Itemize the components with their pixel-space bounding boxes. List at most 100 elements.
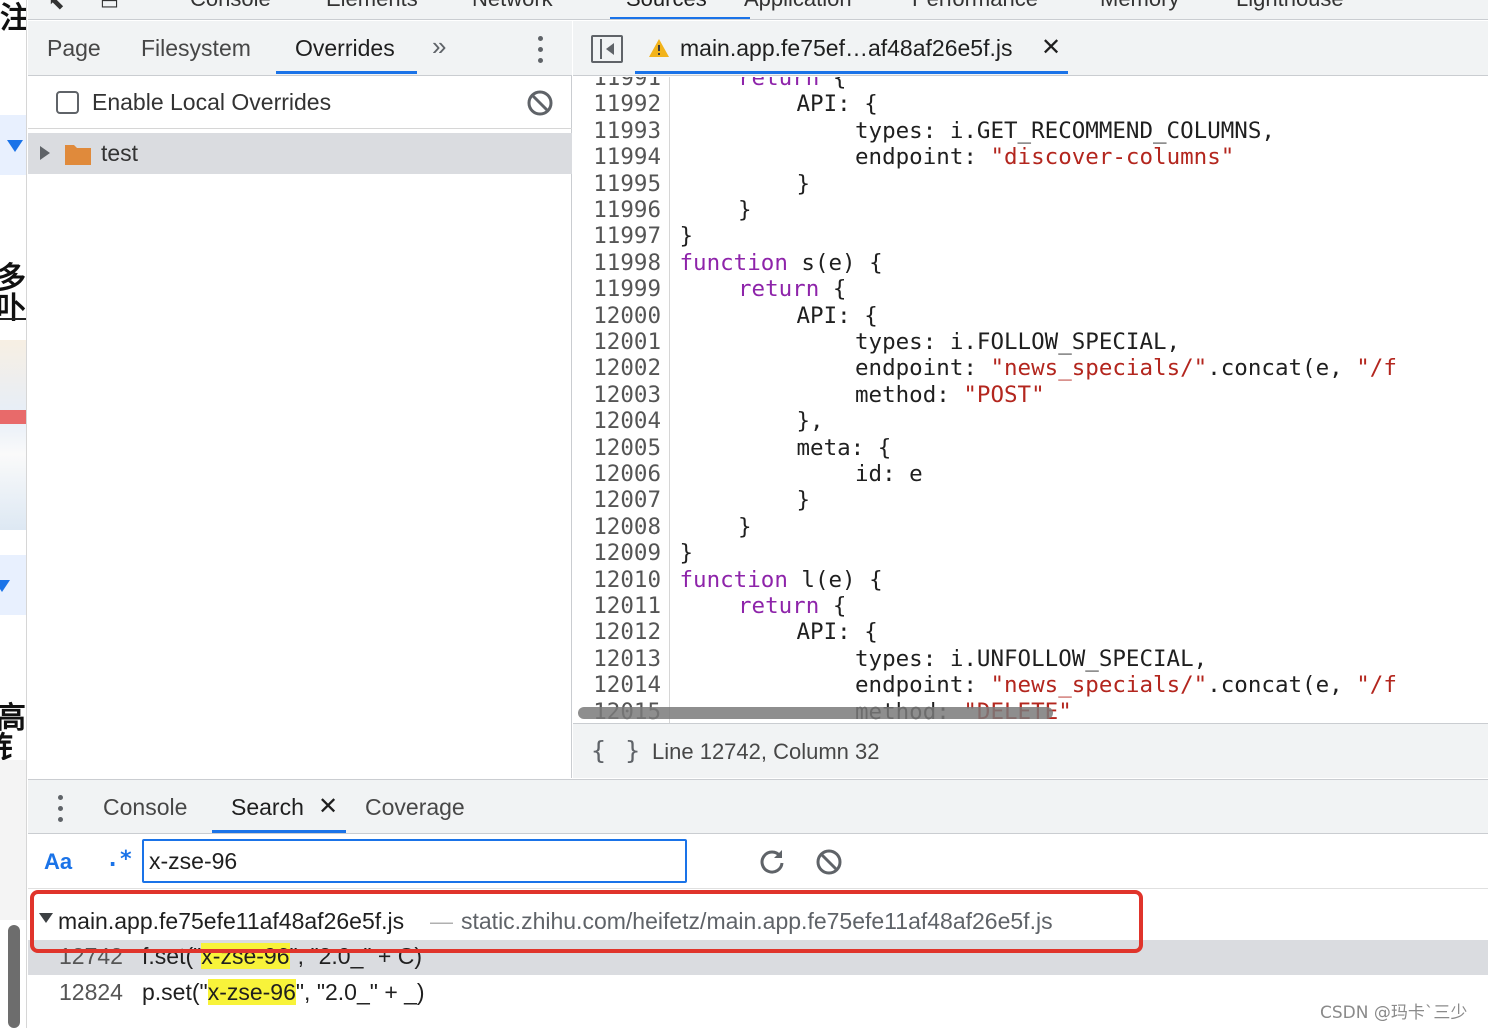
line-number[interactable]: 12000 — [593, 303, 661, 329]
line-number[interactable]: 11992 — [593, 91, 661, 117]
code-line: function s(e) { — [679, 249, 883, 276]
line-number[interactable]: 12006 — [593, 461, 661, 487]
match-line-number: 12824 — [59, 979, 123, 1005]
code-line: } — [796, 170, 811, 197]
line-number[interactable]: 11995 — [593, 171, 661, 197]
main-tab-console[interactable]: Console — [190, 0, 271, 12]
code-editor: main.app.fe75ef…af48af26e5f.js ✕ 11991 11… — [573, 21, 1488, 778]
page-scrollbar[interactable] — [8, 925, 20, 1028]
code-line: return { — [738, 276, 847, 303]
page-dropdown-icon — [0, 580, 10, 592]
toggle-navigator-icon[interactable] — [591, 35, 623, 63]
clear-overrides-icon[interactable] — [526, 89, 554, 117]
refresh-icon[interactable] — [758, 847, 786, 875]
main-tab-application[interactable]: Application — [744, 0, 852, 12]
drawer-tab-console[interactable]: Console — [103, 794, 187, 821]
code-line: return { — [738, 77, 847, 91]
code-line: endpoint: "news_specials/".concat(e, "/f — [855, 355, 1397, 382]
device-toolbar-icon[interactable]: ▭ — [100, 0, 119, 15]
page-image — [0, 340, 26, 530]
match-highlight: x-zse-96 — [207, 979, 296, 1005]
enable-overrides-row: Enable Local Overrides — [28, 77, 572, 129]
search-input[interactable] — [142, 839, 687, 883]
line-number[interactable]: 12001 — [593, 329, 661, 355]
search-toolbar: Aa .* — [28, 835, 1488, 889]
code-line: meta: { — [796, 434, 892, 461]
main-tab-performance[interactable]: Performance — [912, 0, 1038, 12]
main-tab-lighthouse[interactable]: Lighthouse — [1236, 0, 1344, 12]
line-number[interactable]: 11993 — [593, 118, 661, 144]
devtools-window: 注 多卟 高钅 ⬉ ▭ Console Elements Network Sou… — [0, 0, 1488, 1028]
code-line: types: i.UNFOLLOW_SPECIAL, — [855, 645, 1208, 672]
navigator-tabs: Page Filesystem Overrides » — [28, 21, 572, 76]
line-number[interactable]: 12005 — [593, 435, 661, 461]
file-tab-label[interactable]: main.app.fe75ef…af48af26e5f.js — [680, 35, 1012, 62]
line-number[interactable]: 12013 — [593, 646, 661, 672]
code-line: } — [679, 540, 694, 567]
active-tab-indicator — [610, 17, 750, 19]
sources-navigator: Page Filesystem Overrides » Enable Local… — [28, 21, 572, 778]
line-number[interactable]: 12014 — [593, 672, 661, 698]
code-line: endpoint: "discover-columns" — [855, 144, 1235, 171]
line-number[interactable]: 11997 — [593, 223, 661, 249]
line-number[interactable]: 12004 — [593, 408, 661, 434]
page-content-strip: 注 多卟 高钅 — [0, 0, 27, 1028]
page-image-bar — [0, 410, 26, 424]
active-tab-indicator — [635, 71, 1068, 74]
line-number[interactable]: 12009 — [593, 540, 661, 566]
line-number[interactable]: 11994 — [593, 144, 661, 170]
drawer-menu-icon[interactable] — [50, 792, 70, 826]
code-line: }, — [796, 408, 824, 435]
active-tab-indicator — [276, 71, 417, 74]
tree-item-label: test — [101, 140, 139, 166]
close-icon[interactable]: ✕ — [1041, 33, 1061, 62]
tree-item-test[interactable]: test — [28, 133, 572, 174]
folder-icon — [65, 145, 91, 165]
line-number[interactable]: 12002 — [593, 355, 661, 381]
line-number[interactable]: 11991 — [593, 77, 661, 91]
line-number[interactable]: 12010 — [593, 567, 661, 593]
line-number[interactable]: 12012 — [593, 619, 661, 645]
main-tab-network[interactable]: Network — [472, 0, 553, 12]
code-line: endpoint: "news_specials/".concat(e, "/f — [855, 672, 1397, 699]
line-number[interactable]: 12003 — [593, 382, 661, 408]
expand-arrow-icon[interactable] — [40, 146, 50, 160]
regex-toggle[interactable]: .* — [106, 847, 133, 872]
code-line: types: i.GET_RECOMMEND_COLUMNS, — [855, 117, 1275, 144]
nav-tab-filesystem[interactable]: Filesystem — [141, 35, 251, 62]
drawer-tab-coverage[interactable]: Coverage — [365, 794, 465, 821]
line-number[interactable]: 11996 — [593, 197, 661, 223]
code-line: } — [738, 513, 752, 540]
nav-tab-overrides[interactable]: Overrides — [295, 35, 395, 62]
line-number[interactable]: 11999 — [593, 276, 661, 302]
code-content[interactable]: 11991 11992 11993 11994 11995 11996 11997 11998… — [573, 77, 1488, 723]
enable-overrides-label[interactable]: Enable Local Overrides — [92, 89, 331, 116]
code-line: API: { — [796, 302, 878, 329]
pretty-print-button[interactable]: { } — [591, 736, 642, 765]
warning-icon — [649, 39, 669, 57]
drawer-tab-search[interactable]: Search — [231, 794, 304, 821]
enable-overrides-checkbox[interactable] — [56, 91, 79, 114]
horizontal-scrollbar[interactable] — [578, 707, 1053, 719]
editor-tabs: main.app.fe75ef…af48af26e5f.js ✕ — [573, 21, 1488, 76]
match-case-toggle[interactable]: Aa — [44, 849, 72, 875]
page-glyph: 注 — [0, 1, 27, 36]
clear-results-icon[interactable] — [815, 848, 843, 876]
code-line: types: i.FOLLOW_SPECIAL, — [855, 329, 1181, 355]
chevron-double-right-icon[interactable]: » — [432, 31, 446, 62]
line-number[interactable]: 12011 — [593, 593, 661, 619]
active-tab-indicator — [212, 830, 346, 833]
line-number[interactable]: 12007 — [593, 487, 661, 513]
search-match-row[interactable]: 12824 p.set("x-zse-96", "2.0_" + _) — [28, 976, 1488, 1011]
more-options-icon[interactable] — [530, 33, 550, 67]
main-tab-elements[interactable]: Elements — [326, 0, 418, 12]
line-number[interactable]: 11998 — [593, 250, 661, 276]
inspect-icon[interactable]: ⬉ — [48, 0, 65, 15]
page-glyph: 多卟 — [0, 264, 26, 324]
code-line: } — [796, 487, 811, 514]
nav-tab-page[interactable]: Page — [47, 35, 101, 62]
main-tab-sources[interactable]: Sources — [626, 0, 707, 12]
main-tab-memory[interactable]: Memory — [1100, 0, 1179, 12]
line-number[interactable]: 12008 — [593, 514, 661, 540]
close-icon[interactable]: ✕ — [318, 792, 338, 821]
